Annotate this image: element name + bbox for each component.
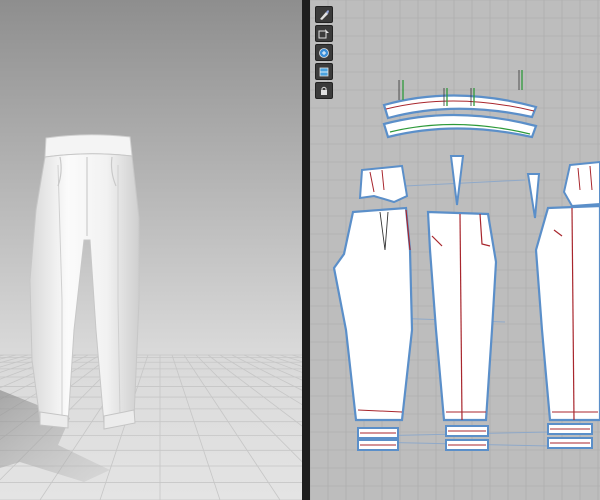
cuff-pieces[interactable]: [357, 423, 593, 451]
zoom-icon[interactable]: [315, 44, 333, 61]
pattern-pieces[interactable]: [310, 0, 600, 500]
lock-icon[interactable]: [315, 82, 333, 99]
viewport-2d[interactable]: [310, 0, 600, 500]
viewport-splitter[interactable]: [302, 0, 310, 500]
brush-icon[interactable]: [315, 6, 333, 23]
app-window: [0, 0, 600, 500]
waistband-pieces[interactable]: [382, 70, 538, 139]
viewport-3d[interactable]: [0, 0, 302, 500]
garment-pants-icon[interactable]: [0, 0, 302, 500]
pattern-select-icon[interactable]: [315, 25, 333, 42]
pattern-toolbar: [315, 6, 333, 99]
fabric-icon[interactable]: [315, 63, 333, 80]
